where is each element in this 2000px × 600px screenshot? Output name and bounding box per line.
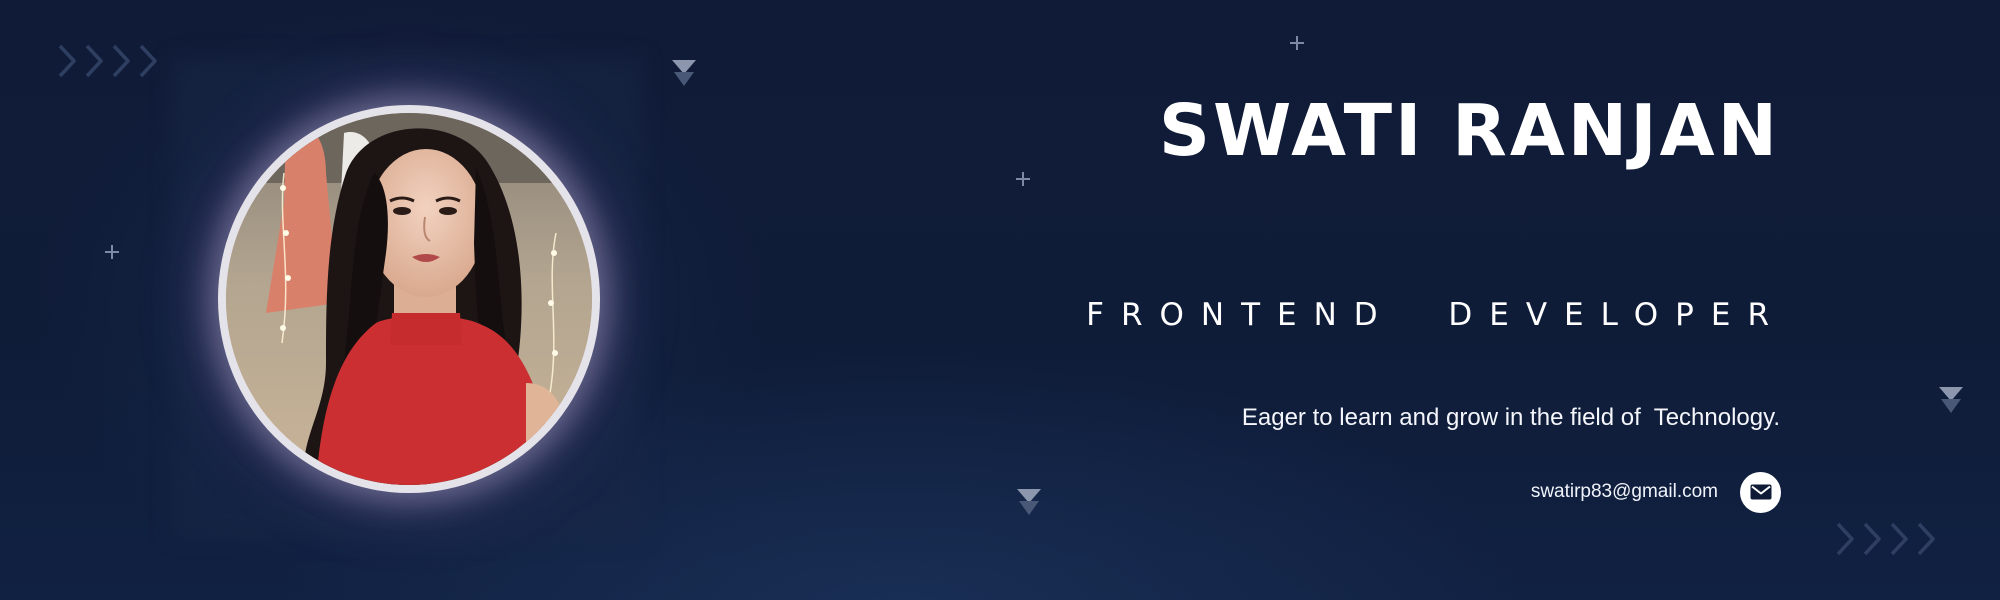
mail-icon [1750, 484, 1771, 500]
double-chevron-right-icon [58, 44, 157, 78]
triangle-down-icon [1017, 489, 1041, 515]
profile-role: FRONTEND DEVELOPER [1086, 297, 1786, 333]
triangle-down-icon [672, 60, 696, 86]
profile-tagline: Eager to learn and grow in the field of … [1241, 404, 1780, 431]
email-link[interactable]: swatirp83@gmail.com [1531, 477, 1718, 507]
double-chevron-right-icon [1836, 522, 1935, 556]
avatar [218, 105, 600, 493]
plus-icon [1016, 172, 1030, 186]
mail-button[interactable] [1740, 471, 1781, 513]
profile-photo [226, 113, 592, 485]
plus-icon [1290, 36, 1304, 50]
plus-icon [105, 245, 119, 259]
triangle-down-icon [1939, 387, 1963, 413]
profile-banner: SWATI RANJAN FRONTEND DEVELOPER Eager to… [0, 0, 2000, 600]
contact-row: swatirp83@gmail.com [1531, 470, 1781, 514]
profile-name: SWATI RANJAN [1158, 89, 1780, 172]
